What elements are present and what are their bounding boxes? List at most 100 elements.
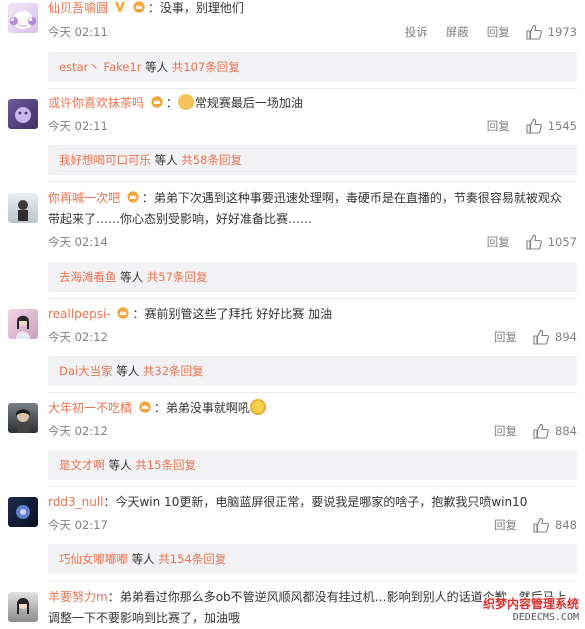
comment-text: 常规赛最后一场加油: [194, 96, 303, 110]
crown-badge-icon: [151, 96, 163, 108]
comment-text-line: rdd3_null：今天win 10更新，电脑蓝屏很正常，要说我是哪家的啥子，抱…: [48, 492, 577, 512]
reply-button[interactable]: 回复: [487, 233, 510, 251]
timestamp: 今天 02:11: [48, 119, 108, 133]
reply-count-link[interactable]: 共154条回复: [158, 552, 226, 566]
comment-text-continued: 调整一下不要影响到比赛了，加油哦: [48, 611, 241, 625]
username-link[interactable]: rdd3_null: [48, 495, 103, 509]
reply-count-link[interactable]: 共57条回复: [147, 270, 208, 284]
comment-meta: 今天 02:17 回复 848: [48, 516, 577, 534]
avatar[interactable]: [8, 193, 38, 223]
emoji-icon: [249, 399, 266, 415]
timestamp: 今天 02:14: [48, 235, 108, 249]
thumb-up-icon: [533, 517, 549, 533]
replies-bar[interactable]: estar丶 Fake1r 等人 共107条回复: [48, 52, 577, 82]
reply-users[interactable]: 去海滩看鱼: [59, 270, 117, 284]
replies-bar[interactable]: Dai大当家 等人 共32条回复: [48, 356, 577, 386]
reply-users[interactable]: Dai大当家: [59, 364, 113, 378]
reply-count-link[interactable]: 共58条回复: [181, 153, 242, 167]
like-count: 1545: [547, 119, 577, 133]
username-link[interactable]: 或许你喜欢抹茶吗: [48, 96, 144, 110]
report-button[interactable]: 投诉: [405, 23, 428, 41]
thumb-up-icon: [526, 118, 542, 134]
username-link[interactable]: 羊要努力m: [48, 590, 108, 604]
replies-bar[interactable]: 巧仙女嘟嘟嘟 等人 共154条回复: [48, 544, 577, 574]
timestamp: 今天 02:11: [48, 25, 108, 39]
comment-text: ：今天win 10更新，电脑蓝屏很正常，要说我是哪家的啥子，抱歉我只喷win10: [103, 495, 528, 509]
username-link[interactable]: reallpepsi-: [48, 307, 111, 321]
divider: [48, 298, 577, 299]
thumb-up-icon: [533, 329, 549, 345]
reply-button[interactable]: 回复: [494, 328, 517, 346]
comment-text-line: 仙贝吾喻圆 ：没事，别理他们: [48, 0, 577, 18]
like-button[interactable]: 1973: [526, 23, 577, 41]
like-count: 848: [555, 518, 577, 532]
like-count: 1057: [547, 235, 577, 249]
comment-text-line: 或许你喜欢抹茶吗 ：常规赛最后一场加油: [48, 94, 303, 110]
username-link[interactable]: 你再喊一次吧: [48, 191, 120, 205]
comment-text-continued: 带起来了……你心态别受影响，好好准备比赛……: [48, 212, 313, 226]
comment-text-line: 你再喊一次吧 ：弟弟下次遇到这种事要迅速处理啊，毒硬币是在直播的，节奏很容易就被…: [48, 188, 577, 208]
comment-text: ：弟弟下次遇到这种事要迅速处理啊，毒硬币是在直播的，节奏很容易就被观众: [141, 191, 562, 205]
like-button[interactable]: 1545: [526, 117, 577, 135]
reply-users[interactable]: 我好想喝可口可乐: [59, 153, 151, 167]
reply-count-link[interactable]: 共107条回复: [172, 60, 240, 74]
avatar[interactable]: [8, 99, 38, 129]
thumb-up-icon: [526, 24, 542, 40]
avatar[interactable]: [8, 592, 38, 622]
comment-meta: 今天 02:14 回复 1057: [48, 233, 577, 251]
divider: [48, 181, 577, 182]
block-button[interactable]: 屏蔽: [446, 23, 469, 41]
reply-button[interactable]: 回复: [487, 23, 510, 41]
reply-button[interactable]: 回复: [494, 516, 517, 534]
divider: [48, 88, 577, 89]
avatar[interactable]: [8, 309, 38, 339]
reply-mid-text: 等人: [105, 458, 136, 472]
emoji-icon: [177, 94, 194, 110]
reply-mid-text: 等人: [116, 270, 147, 284]
avatar[interactable]: [8, 497, 38, 527]
crown-badge-icon: [139, 401, 151, 413]
svg-text:◕‿◕: ◕‿◕: [9, 14, 37, 27]
reply-users[interactable]: 是文才啊: [59, 458, 105, 472]
reply-button[interactable]: 回复: [494, 422, 517, 440]
reply-count-link[interactable]: 共32条回复: [143, 364, 204, 378]
watermark-url: DEDECMS.COM: [512, 612, 579, 623]
replies-bar[interactable]: 是文才啊 等人 共15条回复: [48, 450, 577, 480]
like-count: 884: [555, 424, 577, 438]
like-count: 894: [555, 330, 577, 344]
watermark: 织梦内容管理系统 DEDECMS.COM: [482, 597, 579, 625]
comment-text-line: 带起来了……你心态别受影响，好好准备比赛……: [48, 209, 577, 229]
avatar[interactable]: [8, 403, 38, 433]
like-button[interactable]: 848: [533, 516, 577, 534]
comment-meta: 今天 02:12 回复 884: [48, 422, 577, 440]
reply-mid-text: 等人: [151, 153, 182, 167]
reply-button[interactable]: 回复: [487, 117, 510, 135]
watermark-title: 织梦内容管理系统: [482, 597, 579, 611]
reply-count-link[interactable]: 共15条回复: [135, 458, 196, 472]
divider: [48, 580, 577, 581]
crown-badge-icon: [133, 1, 145, 13]
reply-users[interactable]: 巧仙女嘟嘟嘟: [59, 552, 128, 566]
like-button[interactable]: 1057: [526, 233, 577, 251]
reply-users[interactable]: estar丶 Fake1r: [59, 60, 141, 74]
replies-bar[interactable]: 去海滩看鱼 等人 共57条回复: [48, 262, 577, 292]
vip-badge-icon: [114, 2, 125, 12]
username-link[interactable]: 大年初一不吃橘: [48, 401, 132, 415]
like-button[interactable]: 884: [533, 422, 577, 440]
comment-text: ：赛前别管这些了拜托 好好比赛 加油: [132, 307, 333, 321]
timestamp: 今天 02:12: [48, 330, 108, 344]
divider: [48, 392, 577, 393]
reply-mid-text: 等人: [141, 60, 172, 74]
comment-text: ：弟弟没事就啊吼: [153, 401, 250, 415]
reply-mid-text: 等人: [128, 552, 159, 566]
like-count: 1973: [547, 25, 577, 39]
comment-text-line: 大年初一不吃橘 ：弟弟没事就啊吼: [48, 398, 577, 418]
comment-text: ：没事，别理他们: [147, 1, 244, 15]
replies-bar[interactable]: 我好想喝可口可乐 等人 共58条回复: [48, 145, 577, 175]
comment-meta: 今天 02:11 回复 1545: [48, 117, 577, 135]
reply-mid-text: 等人: [112, 364, 143, 378]
avatar[interactable]: ◕‿◕: [8, 3, 38, 33]
timestamp: 今天 02:12: [48, 424, 108, 438]
like-button[interactable]: 894: [533, 328, 577, 346]
username-link[interactable]: 仙贝吾喻圆: [48, 1, 108, 15]
